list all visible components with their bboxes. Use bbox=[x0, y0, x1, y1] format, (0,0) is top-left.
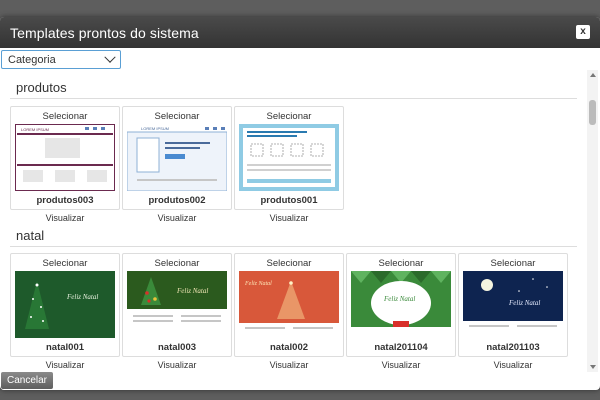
preview-link[interactable]: Visualizar bbox=[122, 213, 232, 223]
template-name: natal201104 bbox=[374, 342, 428, 353]
template-name: natal002 bbox=[269, 342, 309, 353]
preview-link[interactable]: Visualizar bbox=[234, 360, 344, 370]
thumb-feliz-natal-text: Feliz Natal bbox=[244, 281, 272, 287]
template-thumbnail[interactable] bbox=[239, 124, 339, 191]
template-name: produtos002 bbox=[148, 195, 206, 206]
section-title-produtos: produtos bbox=[16, 80, 67, 95]
template-card-natal201103: Selecionar Feliz Natal natal201103 bbox=[458, 253, 568, 357]
template-card-natal001: Selecionar Feliz Natal natal001 bbox=[10, 253, 120, 357]
template-thumbnail[interactable]: LOREM IPSUM bbox=[15, 124, 115, 191]
dialog-title: Templates prontos do sistema bbox=[10, 24, 199, 41]
template-thumbnail[interactable]: LOREM IPSUM bbox=[127, 124, 227, 191]
thumb-feliz-natal-text: Feliz Natal bbox=[176, 287, 208, 295]
chevron-down-icon bbox=[104, 51, 116, 63]
template-card-natal003: Selecionar Feliz Natal natal003 bbox=[122, 253, 232, 357]
preview-link[interactable]: Visualizar bbox=[346, 360, 456, 370]
template-card-produtos002: Selecionar LOREM IPSUM produtos002 bbox=[122, 106, 232, 210]
templates-list: produtos Selecionar LOREM IPSUM produtos… bbox=[0, 70, 600, 372]
section-divider bbox=[10, 246, 577, 247]
preview-link[interactable]: Visualizar bbox=[10, 213, 120, 223]
select-template-button[interactable]: Selecionar bbox=[11, 111, 119, 122]
select-template-button[interactable]: Selecionar bbox=[123, 111, 231, 122]
thumb-lorem-text: LOREM IPSUM bbox=[21, 127, 49, 132]
scrollbar-thumb[interactable] bbox=[589, 100, 596, 125]
thumb-feliz-natal-text: Feliz Natal bbox=[383, 295, 415, 303]
template-name: produtos003 bbox=[36, 195, 94, 206]
thumb-feliz-natal-text: Feliz Natal bbox=[508, 299, 540, 307]
templates-dialog: Templates prontos do sistema x Categoria… bbox=[0, 17, 600, 390]
template-card-produtos003: Selecionar LOREM IPSUM produtos003 bbox=[10, 106, 120, 210]
preview-link[interactable]: Visualizar bbox=[122, 360, 232, 370]
template-thumbnail[interactable]: Feliz Natal bbox=[239, 271, 339, 338]
filter-toolbar: Categoria bbox=[0, 48, 600, 70]
template-name: natal001 bbox=[45, 342, 85, 353]
select-template-button[interactable]: Selecionar bbox=[123, 258, 231, 269]
template-thumbnail[interactable]: Feliz Natal bbox=[127, 271, 227, 338]
dialog-titlebar: Templates prontos do sistema x bbox=[0, 17, 600, 48]
template-name: produtos001 bbox=[260, 195, 318, 206]
template-name: natal201103 bbox=[486, 342, 540, 353]
category-select-value: Categoria bbox=[8, 53, 56, 66]
close-button[interactable]: x bbox=[576, 25, 590, 39]
thumb-lorem-text: LOREM IPSUM bbox=[141, 126, 169, 131]
template-card-natal201104: Selecionar Feliz Natal natal201104 bbox=[346, 253, 456, 357]
section-title-natal: natal bbox=[16, 228, 45, 243]
scroll-down-icon[interactable] bbox=[590, 365, 596, 369]
template-thumbnail[interactable]: Feliz Natal bbox=[15, 271, 115, 338]
template-thumbnail[interactable]: Feliz Natal bbox=[351, 271, 451, 338]
vertical-scrollbar[interactable] bbox=[587, 70, 598, 372]
preview-link[interactable]: Visualizar bbox=[458, 360, 568, 370]
scroll-up-icon[interactable] bbox=[590, 73, 596, 77]
section-divider bbox=[10, 98, 577, 99]
thumb-feliz-natal-text: Feliz Natal bbox=[66, 293, 98, 301]
select-template-button[interactable]: Selecionar bbox=[235, 111, 343, 122]
cancel-button[interactable]: Cancelar bbox=[1, 372, 53, 389]
dialog-footer: Cancelar bbox=[0, 372, 600, 390]
select-template-button[interactable]: Selecionar bbox=[11, 258, 119, 269]
template-card-natal002: Selecionar Feliz Natal natal002 bbox=[234, 253, 344, 357]
template-thumbnail[interactable]: Feliz Natal bbox=[463, 271, 563, 338]
preview-link[interactable]: Visualizar bbox=[10, 360, 120, 370]
select-template-button[interactable]: Selecionar bbox=[459, 258, 567, 269]
preview-link[interactable]: Visualizar bbox=[234, 213, 344, 223]
select-template-button[interactable]: Selecionar bbox=[235, 258, 343, 269]
template-name: natal003 bbox=[157, 342, 197, 353]
template-card-produtos001: Selecionar produtos001 bbox=[234, 106, 344, 210]
select-template-button[interactable]: Selecionar bbox=[347, 258, 455, 269]
category-select[interactable]: Categoria bbox=[1, 50, 121, 69]
